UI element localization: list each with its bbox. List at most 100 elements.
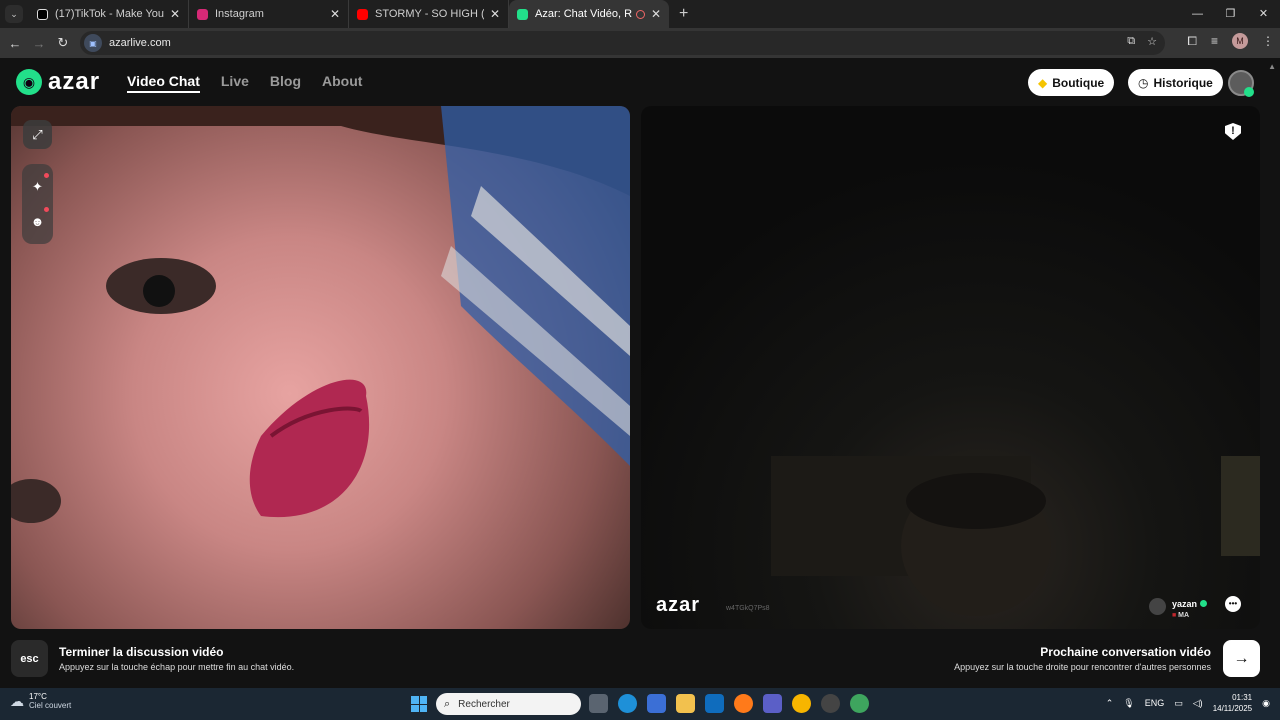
file-explorer-icon[interactable]	[676, 694, 695, 713]
effects-toolbar: ✦ ☻	[22, 164, 53, 244]
microphone-icon[interactable]: 🎙	[1123, 698, 1134, 709]
cloud-icon: ☁	[10, 692, 24, 709]
flag-icon: ■	[1171, 612, 1177, 619]
steam-icon[interactable]	[821, 694, 840, 713]
tab-youtube[interactable]: STORMY - SO HIGH (MUSIC VI ✕	[349, 0, 509, 28]
gem-icon: ◆	[1038, 75, 1048, 90]
end-chat-title: Terminer la discussion vidéo	[59, 645, 224, 659]
close-icon[interactable]: ✕	[170, 7, 180, 21]
azar-watermark: azar	[656, 594, 701, 616]
address-bar[interactable]: ▣ azarlive.com ⧉ ☆	[80, 31, 1165, 55]
tab-tiktok[interactable]: (17)TikTok - Make Your Day ✕	[29, 0, 189, 28]
restore-icon[interactable]: ❐	[1214, 0, 1247, 28]
peer-info[interactable]: yazan ■ MA	[1148, 594, 1207, 619]
azar-logo[interactable]: ◉ azar	[16, 68, 100, 96]
boutique-button[interactable]: ◆ Boutique	[1028, 69, 1115, 96]
clock-icon: ◷	[1138, 75, 1149, 90]
bookmark-star-icon[interactable]: ☆	[1147, 35, 1157, 48]
system-tray: ⌃ 🎙 ENG ▭ ◁) 01:31 14/11/2025 ◉	[1106, 692, 1270, 714]
chrome-icon[interactable]	[850, 694, 869, 713]
store-icon[interactable]	[647, 694, 666, 713]
reload-icon[interactable]: ↻	[51, 35, 75, 51]
teams-icon[interactable]	[763, 694, 782, 713]
recording-icon	[635, 9, 645, 19]
extensions-icon[interactable]: ⧠	[1187, 34, 1197, 49]
instagram-icon	[197, 8, 208, 20]
peer-name: yazan	[1171, 599, 1197, 609]
minimize-icon[interactable]: —	[1181, 0, 1214, 28]
youtube-icon	[357, 8, 368, 20]
clock-date: 14/11/2025	[1212, 704, 1253, 713]
tab-title: Instagram	[215, 8, 264, 20]
network-icon[interactable]: ▭	[1174, 698, 1183, 709]
end-chat-subtitle: Appuyez sur la touche échap pour mettre …	[59, 662, 295, 672]
user-avatar[interactable]	[1228, 70, 1254, 97]
close-icon[interactable]: ✕	[651, 7, 661, 21]
next-chat-subtitle: Appuyez sur la touche droite pour rencon…	[954, 662, 1211, 672]
menu-kebab-icon[interactable]: ⋮	[1262, 34, 1274, 48]
site-info-icon[interactable]: ▣	[84, 34, 102, 52]
nav-video-chat[interactable]: Video Chat	[127, 73, 200, 93]
close-icon[interactable]: ✕	[330, 7, 340, 21]
clock[interactable]: 01:31 14/11/2025	[1213, 692, 1252, 714]
notification-app-icon[interactable]	[792, 694, 811, 713]
nav-about[interactable]: About	[322, 73, 362, 93]
historique-button[interactable]: ◷ Historique	[1128, 69, 1223, 96]
scroll-up-icon[interactable]: ▲	[1268, 62, 1276, 71]
chat-bubble-icon[interactable]: •••	[1225, 596, 1241, 612]
tab-instagram[interactable]: Instagram ✕	[189, 0, 349, 28]
notification-dot	[44, 207, 49, 212]
tab-azar[interactable]: Azar: Chat Vidéo, Rencontre ✕	[509, 0, 669, 28]
tab-title: STORMY - SO HIGH (MUSIC VI	[375, 8, 484, 20]
logo-text: azar	[48, 68, 101, 95]
windows-start-icon[interactable]	[411, 696, 427, 712]
edge-icon[interactable]	[618, 694, 637, 713]
browser-toolbar: ← → ↻ ▣ azarlive.com ⧉ ☆ ⧠ ≡ M ⋮	[0, 28, 1280, 58]
notification-bell-icon[interactable]: ◉	[1262, 698, 1270, 709]
session-id: w4TGkQ7Ps8	[726, 605, 770, 612]
nav-live[interactable]: Live	[221, 73, 249, 93]
media-controls-icon[interactable]: ≡	[1211, 34, 1218, 48]
notification-dot	[44, 173, 49, 178]
historique-label: Historique	[1153, 75, 1213, 90]
nav-blog[interactable]: Blog	[270, 73, 301, 93]
remote-video: ! azar w4TGkQ7Ps8 yazan ■ MA •••	[641, 106, 1260, 629]
boutique-label: Boutique	[1052, 75, 1105, 90]
profile-avatar[interactable]: M	[1232, 33, 1248, 49]
tab-search-button[interactable]: ⌄	[5, 5, 23, 23]
tab-title: Azar: Chat Vidéo, Rencontre	[535, 8, 632, 20]
expand-icon[interactable]: ⤢	[23, 120, 52, 149]
close-icon[interactable]: ✕	[490, 7, 500, 21]
verified-icon	[1200, 600, 1207, 607]
tab-title: (17)TikTok - Make Your Day	[55, 8, 164, 20]
windows-taskbar: ☁ 17°C Ciel couvert ⌕ Rechercher ⌃ 🎙 ENG…	[0, 688, 1280, 720]
weather-temperature: 17°C	[29, 692, 47, 701]
volume-icon[interactable]: ◁)	[1193, 698, 1203, 709]
close-window-icon[interactable]: ✕	[1247, 0, 1280, 28]
local-video: ⤢ ✦ ☻	[11, 106, 630, 629]
outlook-icon[interactable]	[705, 694, 724, 713]
url-text[interactable]: azarlive.com	[109, 37, 171, 49]
esc-button[interactable]: esc	[11, 640, 48, 677]
back-icon[interactable]: ←	[3, 36, 27, 51]
new-tab-button[interactable]: +	[679, 5, 688, 23]
online-badge	[1244, 87, 1254, 97]
next-arrow-button[interactable]: →	[1223, 640, 1260, 677]
azar-page: ◉ azar Video Chat Live Blog About ◆ Bout…	[0, 58, 1280, 688]
weather-description: Ciel couvert	[29, 701, 72, 710]
main-nav: Video Chat Live Blog About	[127, 73, 362, 93]
window-controls: — ❐ ✕	[1181, 0, 1280, 28]
weather-widget[interactable]: ☁ 17°C Ciel couvert	[10, 692, 71, 710]
firefox-icon[interactable]	[734, 694, 753, 713]
taskbar-search[interactable]: ⌕ Rechercher	[436, 693, 581, 715]
clock-time: 01:31	[1232, 693, 1253, 702]
task-view-icon[interactable]	[589, 694, 608, 713]
install-app-icon[interactable]: ⧉	[1127, 35, 1135, 48]
forward-icon[interactable]: →	[27, 36, 51, 51]
chevron-up-icon[interactable]: ⌃	[1106, 698, 1114, 709]
local-camera-feed	[11, 106, 630, 523]
azar-logo-icon: ◉	[16, 69, 42, 95]
pinned-apps	[589, 694, 869, 713]
browser-tab-strip: ⌄ (17)TikTok - Make Your Day ✕ Instagram…	[0, 0, 1280, 28]
language-indicator[interactable]: ENG	[1145, 698, 1165, 708]
